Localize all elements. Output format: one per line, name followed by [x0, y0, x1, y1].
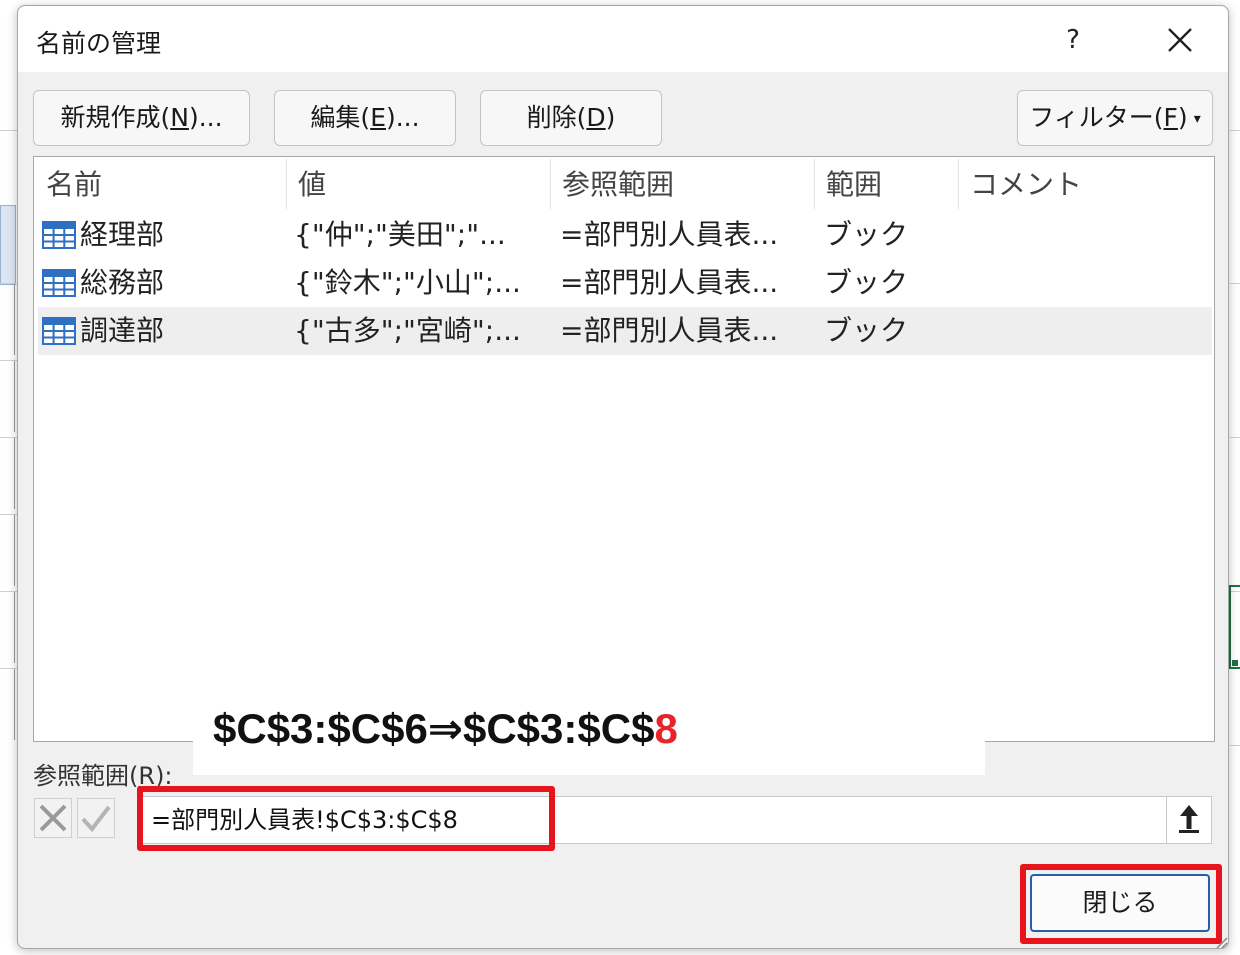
sheet-gridline: [0, 668, 18, 669]
column-header-scope[interactable]: 範囲: [814, 157, 958, 211]
row-value: {"鈴木";"小山";...: [294, 266, 521, 299]
row-value: {"古多";"宮崎";...: [294, 314, 521, 347]
confirm-edit-icon[interactable]: [77, 798, 115, 838]
refers-to-highlight: [137, 786, 555, 851]
sheet-gridline: [1230, 437, 1240, 438]
filter-button[interactable]: フィルター(F) ▾: [1017, 90, 1213, 146]
sheet-gridline: [0, 130, 18, 131]
sheet-gridline: [1230, 283, 1240, 284]
delete-button[interactable]: 削除(D): [480, 90, 662, 146]
sheet-gridline: [14, 591, 15, 663]
edit-button-accesskey: E: [370, 103, 386, 132]
new-button-accesskey: N: [170, 103, 189, 132]
list-item[interactable]: 総務部 {"鈴木";"小山";... =部門別人員表... ブック: [38, 259, 1212, 307]
sheet-gridline: [14, 283, 15, 355]
refers-to-label-text: 参照範囲(: [33, 762, 139, 790]
row-refers-to: =部門別人員表...: [560, 266, 779, 299]
close-button-highlight: [1020, 864, 1222, 944]
sheet-gridline: [1230, 745, 1240, 746]
column-header-comment[interactable]: コメント: [958, 157, 1208, 211]
list-item-selected[interactable]: 調達部 {"古多";"宮崎";... =部門別人員表... ブック: [38, 307, 1212, 355]
list-header: 名前 値 参照範囲 範囲 コメント: [34, 157, 1214, 211]
annotation-highlight: 8: [654, 705, 678, 752]
sheet-gridline: [1230, 130, 1240, 131]
sheet-active-range: [1229, 585, 1240, 669]
sheet-gridline: [0, 437, 18, 438]
row-scope: ブック: [824, 314, 909, 347]
new-button[interactable]: 新規作成(N)...: [33, 90, 250, 146]
new-button-suffix: )...: [188, 103, 223, 132]
filter-button-accesskey: F: [1163, 103, 1178, 132]
row-scope: ブック: [824, 266, 909, 299]
edit-button-label: 編集(: [310, 103, 371, 132]
filter-button-label: フィルター(: [1029, 103, 1164, 132]
filter-button-suffix: ): [1177, 103, 1188, 132]
row-refers-to: =部門別人員表...: [560, 314, 779, 347]
close-icon[interactable]: [1158, 20, 1202, 60]
row-name: 総務部: [80, 266, 165, 299]
names-list[interactable]: 名前 値 参照範囲 範囲 コメント 経理部 {"仲";"美田";"... =部門…: [33, 156, 1215, 742]
column-header-refers-to[interactable]: 参照範囲: [550, 157, 814, 211]
collapse-dialog-icon[interactable]: [1166, 797, 1211, 843]
resize-grip-icon[interactable]: [1214, 934, 1228, 949]
new-button-label: 新規作成(: [60, 103, 171, 132]
cancel-edit-icon[interactable]: [34, 798, 72, 838]
edit-button[interactable]: 編集(E)...: [274, 90, 456, 146]
annotation-main: $C$3:$C$6⇒$C$3:$C$: [213, 705, 655, 752]
sheet-gridline: [0, 514, 18, 515]
sheet-fill-handle: [1232, 660, 1238, 666]
table-icon: [42, 221, 76, 249]
annotation-text: $C$3:$C$6⇒$C$3:$C$8: [213, 704, 678, 753]
title-bar: 名前の管理 ?: [18, 6, 1228, 72]
dialog-title: 名前の管理: [36, 29, 162, 58]
table-icon: [42, 269, 76, 297]
sheet-gridline: [0, 591, 18, 592]
list-item[interactable]: 経理部 {"仲";"美田";"... =部門別人員表... ブック: [38, 211, 1212, 259]
edit-button-suffix: )...: [385, 103, 420, 132]
column-header-name[interactable]: 名前: [34, 157, 286, 211]
delete-button-suffix: ): [605, 103, 616, 132]
sheet-gridline: [14, 514, 15, 586]
sheet-gridline: [14, 360, 15, 432]
row-refers-to: =部門別人員表...: [560, 218, 779, 251]
delete-button-label: 削除(: [526, 103, 587, 132]
row-name: 経理部: [80, 218, 165, 251]
sheet-gridline: [0, 283, 18, 284]
sheet-gridline: [14, 668, 15, 740]
row-name: 調達部: [80, 314, 165, 347]
sheet-gridline: [0, 360, 18, 361]
chevron-down-icon: ▾: [1193, 111, 1201, 127]
row-value: {"仲";"美田";"...: [294, 218, 506, 251]
row-scope: ブック: [824, 218, 909, 251]
name-manager-dialog: 名前の管理 ? 新規作成(N)... 編集(E)... 削除(D) フィルター(…: [17, 5, 1229, 949]
table-icon: [42, 317, 76, 345]
help-button[interactable]: ?: [1048, 20, 1098, 60]
delete-button-accesskey: D: [586, 103, 606, 132]
column-header-value[interactable]: 値: [286, 157, 550, 211]
sheet-gridline: [14, 437, 15, 509]
sheet-selected-cell: [0, 205, 16, 285]
